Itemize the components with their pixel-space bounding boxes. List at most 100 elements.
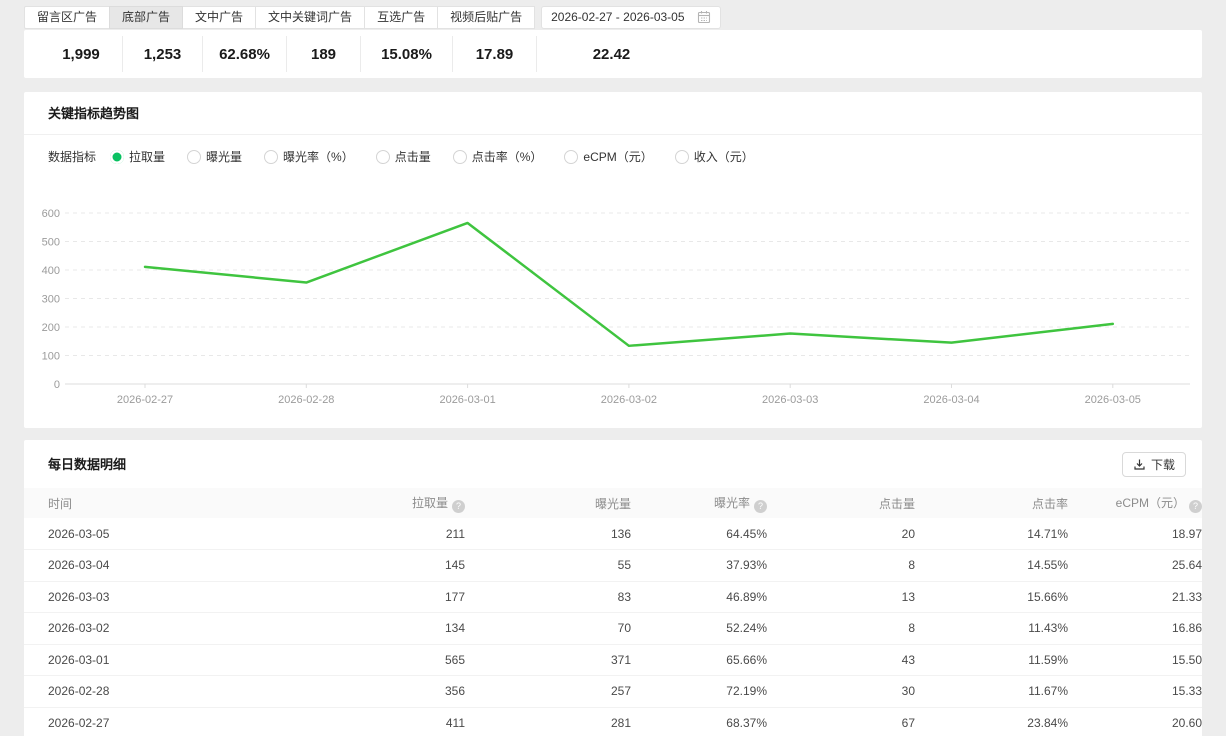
trend-card: 关键指标趋势图 数据指标 拉取量 曝光量 曝光率（%） 点击量 点击率（%） eCPM（元… — [24, 92, 1202, 428]
cell-value: 15.33 — [1068, 675, 1202, 708]
cell-date: 2026-02-28 — [24, 675, 315, 708]
cell-value: 145 — [315, 549, 465, 582]
daily-data-card: 每日数据明细 下载 时间拉取量?曝光量曝光率?点击量点击率eCPM（元）?收入（… — [24, 440, 1202, 736]
cell-value: 371 — [465, 644, 631, 676]
metric-radio-group: 数据指标 拉取量 曝光量 曝光率（%） 点击量 点击率（%） eCPM（元） 收入（元） — [24, 135, 1202, 175]
cell-value: 43 — [767, 644, 915, 676]
column-header-label: 时间 — [48, 496, 73, 511]
table-row: 2026-02-2741128168.37%6723.84%20.605.79 — [24, 707, 1202, 736]
table-row: 2026-03-031778346.89%1315.66%21.331.77 — [24, 581, 1202, 613]
cell-value: 411 — [315, 707, 465, 736]
cell-value: 8 — [767, 549, 915, 582]
daily-section-title: 每日数据明细 — [48, 456, 127, 472]
trend-line-chart[interactable]: 0 100 200 300 400 500 600 2026-02-27 2026-02-28 2… — [24, 179, 1202, 414]
svg-text:0: 0 — [54, 379, 60, 391]
cell-value: 356 — [315, 675, 465, 708]
table-header-row: 时间拉取量?曝光量曝光率?点击量点击率eCPM（元）?收入（元） — [24, 488, 1202, 518]
radio-unselected-icon — [452, 149, 467, 164]
ad-type-tab-1[interactable]: 底部广告 — [109, 5, 184, 29]
cell-value: 565 — [315, 644, 465, 676]
cell-value: 257 — [465, 675, 631, 708]
svg-text:200: 200 — [42, 322, 60, 334]
ad-type-tabbar: 留言区广告 底部广告 文中广告 文中关键词广告 互选广告 视频后贴广告 2026-02-2… — [0, 0, 1226, 30]
summary-stat-value-5: 17.89 — [452, 36, 536, 72]
metric-radio-6[interactable]: 收入（元） — [674, 148, 754, 165]
cell-value: 281 — [465, 707, 631, 736]
metric-radio-5[interactable]: eCPM（元） — [564, 148, 653, 165]
table-row: 2026-03-0156537165.66%4311.59%15.505.75 — [24, 644, 1202, 676]
help-icon[interactable]: ? — [754, 499, 767, 513]
summary-stats-card: 1,999 1,253 62.68% 189 15.08% 17.89 22.42 — [24, 30, 1202, 78]
table-row: 2026-03-021347052.24%811.43%16.861.18 — [24, 612, 1202, 645]
radio-unselected-icon — [375, 149, 390, 164]
summary-stat-value-6: 22.42 — [536, 36, 686, 72]
svg-text:300: 300 — [42, 294, 60, 306]
cell-value: 11.67% — [915, 675, 1068, 708]
ad-type-tab-3[interactable]: 文中关键词广告 — [255, 5, 366, 29]
metric-radio-label: 曝光量 — [206, 150, 243, 164]
cell-value: 37.93% — [631, 549, 767, 582]
ad-type-tab-5[interactable]: 视频后贴广告 — [437, 5, 536, 29]
table-row: 2026-03-041455537.93%814.55%25.641.41 — [24, 549, 1202, 582]
cell-value: 72.19% — [631, 675, 767, 708]
summary-stat-value-1: 1,253 — [122, 36, 202, 72]
ad-type-tab-4[interactable]: 互选广告 — [364, 5, 439, 29]
metric-radio-label: 点击量 — [394, 150, 431, 164]
svg-text:2026-03-05: 2026-03-05 — [1085, 394, 1141, 406]
metric-radio-3[interactable]: 点击量 — [375, 148, 431, 165]
radio-unselected-icon — [264, 149, 279, 164]
cell-value: 15.50 — [1068, 644, 1202, 676]
summary-stat-value-2: 62.68% — [202, 36, 286, 72]
metric-group-label: 数据指标 — [48, 150, 97, 164]
svg-text:2026-03-04: 2026-03-04 — [923, 394, 979, 406]
svg-text:2026-03-02: 2026-03-02 — [601, 394, 657, 406]
column-header-label: 曝光率 — [713, 495, 750, 510]
cell-date: 2026-02-27 — [24, 707, 315, 736]
column-header-6: eCPM（元）? — [1068, 488, 1202, 518]
column-header-0: 时间 — [24, 488, 315, 518]
metric-radio-0[interactable]: 拉取量 — [110, 148, 165, 165]
cell-value: 136 — [465, 518, 631, 550]
download-button[interactable]: 下载 — [1121, 452, 1186, 477]
cell-value: 55 — [465, 549, 631, 582]
summary-stat-value-4: 15.08% — [360, 36, 452, 72]
column-header-5: 点击率 — [915, 488, 1068, 518]
cell-date: 2026-03-05 — [24, 518, 315, 550]
cell-value: 20.60 — [1068, 707, 1202, 736]
ad-type-tab-2[interactable]: 文中广告 — [182, 5, 257, 29]
svg-text:2026-03-01: 2026-03-01 — [439, 394, 495, 406]
cell-value: 16.86 — [1068, 612, 1202, 645]
column-header-label: 拉取量 — [411, 495, 448, 510]
cell-date: 2026-03-03 — [24, 581, 315, 613]
cell-value: 11.43% — [915, 612, 1068, 645]
radio-unselected-icon — [674, 149, 689, 164]
svg-text:100: 100 — [42, 351, 60, 363]
column-header-3: 曝光率? — [631, 488, 767, 518]
column-header-2: 曝光量 — [465, 488, 631, 518]
metric-radio-2[interactable]: 曝光率（%） — [264, 148, 354, 165]
radio-unselected-icon — [564, 149, 579, 164]
svg-text:2026-02-27: 2026-02-27 — [117, 394, 173, 406]
date-range-value: 2026-02-27 - 2026-03-05 — [551, 10, 685, 24]
cell-value: 211 — [315, 518, 465, 550]
cell-value: 20 — [767, 518, 915, 550]
table-row: 2026-02-2835625772.19%3011.67%15.333.94 — [24, 675, 1202, 708]
help-icon[interactable]: ? — [452, 499, 465, 513]
ad-type-tab-0[interactable]: 留言区广告 — [24, 5, 111, 29]
metric-radio-label: 点击率（%） — [471, 150, 543, 164]
column-header-label: 曝光量 — [594, 496, 631, 511]
metric-radio-1[interactable]: 曝光量 — [187, 148, 242, 165]
daily-data-table: 时间拉取量?曝光量曝光率?点击量点击率eCPM（元）?收入（元） 2026-03… — [24, 488, 1202, 736]
cell-value: 68.37% — [631, 707, 767, 736]
date-range-picker[interactable]: 2026-02-27 - 2026-03-05 — [541, 5, 721, 29]
cell-value: 14.71% — [915, 518, 1068, 550]
metric-radio-label: 曝光率（%） — [283, 150, 354, 164]
metric-radio-4[interactable]: 点击率（%） — [452, 148, 543, 165]
cell-value: 8 — [767, 612, 915, 645]
cell-date: 2026-03-02 — [24, 612, 315, 645]
help-icon[interactable]: ? — [1189, 499, 1202, 513]
cell-date: 2026-03-04 — [24, 549, 315, 582]
cell-value: 65.66% — [631, 644, 767, 676]
radio-unselected-icon — [187, 149, 202, 164]
svg-text:400: 400 — [42, 265, 60, 277]
